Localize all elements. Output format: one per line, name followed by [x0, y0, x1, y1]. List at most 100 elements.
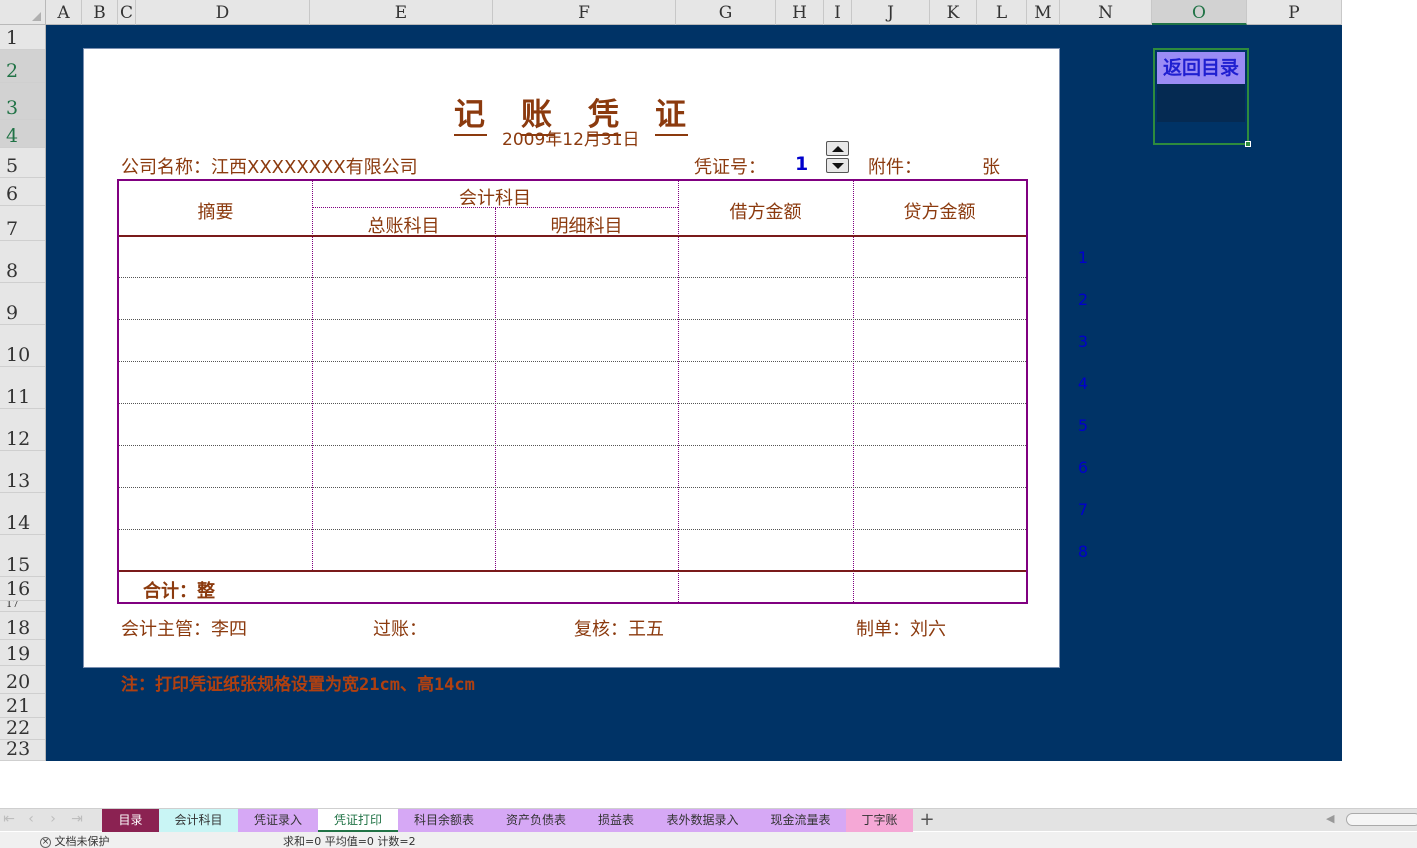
sheet-tab[interactable]: 现金流量表 [755, 809, 846, 832]
row-header-19[interactable]: 19 [0, 640, 45, 666]
column-header-e[interactable]: E [310, 0, 493, 25]
spreadsheet-app: ABCDEFGHIJKLMNOP 1 2 3 4 5 6 7 8 9 10 11 12 13 14 15 16… [0, 0, 1417, 848]
selected-cell-o2[interactable]: 返回目录 [1153, 48, 1251, 147]
voucher-number-label: 凭证号： [694, 157, 766, 178]
sheet-tab[interactable]: 损益表 [582, 809, 650, 832]
voucher-row-number: 3 [1077, 332, 1089, 351]
column-header-g[interactable]: G [676, 0, 776, 25]
sheet-tab[interactable]: 表外数据录入 [650, 809, 755, 832]
grid-row-line [119, 361, 1026, 362]
row-header-22[interactable]: 22 [0, 718, 45, 740]
attachment-unit: 张 [982, 157, 1000, 178]
row-header-11[interactable]: 11 [0, 367, 45, 409]
row-header-5[interactable]: 5 [0, 148, 45, 178]
header-summary: 摘要 [197, 202, 234, 223]
row-header-17[interactable]: 17 [0, 601, 45, 612]
scroll-left-icon[interactable]: ◀ [1326, 812, 1334, 825]
arrow-up-icon [831, 145, 844, 152]
voucher-row-number: 1 [1077, 248, 1089, 267]
voucher-date: 2009年12月31日 [502, 130, 640, 150]
add-sheet-button[interactable]: + [918, 809, 936, 832]
voucher-row-number: 6 [1077, 458, 1089, 477]
row-header-2[interactable]: 2 [0, 50, 45, 83]
row-header-23[interactable]: 23 [0, 740, 45, 761]
spin-down-button[interactable] [826, 158, 849, 173]
back-to-index-button[interactable]: 返回目录 [1157, 52, 1245, 84]
column-header-a[interactable]: A [46, 0, 82, 25]
last-sheet-icon[interactable]: ⇥ [70, 811, 84, 829]
prev-sheet-icon[interactable]: ‹ [24, 811, 38, 829]
select-all-corner[interactable] [0, 0, 46, 25]
spin-up-button[interactable] [826, 141, 849, 156]
row-header-16[interactable]: 16 [0, 577, 45, 601]
row-header-20[interactable]: 20 [0, 666, 45, 694]
signature-supervisor: 会计主管：李四 [121, 619, 247, 640]
next-sheet-icon[interactable]: › [46, 811, 60, 829]
column-header-l[interactable]: L [977, 0, 1027, 25]
column-header-p[interactable]: P [1247, 0, 1342, 25]
column-header-j[interactable]: J [852, 0, 930, 25]
fill-handle[interactable] [1245, 141, 1251, 147]
row-header-10[interactable]: 10 [0, 325, 45, 367]
row-header-8[interactable]: 8 [0, 241, 45, 283]
column-header-c[interactable]: C [118, 0, 136, 25]
attachment-label: 附件： [868, 157, 922, 178]
row-header-7[interactable]: 7 [0, 206, 45, 241]
total-label: 合计：整 [143, 581, 215, 602]
grid-header-rule [119, 235, 1026, 237]
first-sheet-icon[interactable]: ⇤ [2, 811, 16, 829]
sheet-tab[interactable]: 凭证打印 [318, 809, 398, 832]
row-header-13[interactable]: 13 [0, 451, 45, 493]
column-header-f[interactable]: F [493, 0, 676, 25]
row-header-21[interactable]: 21 [0, 694, 45, 718]
sheet-tab[interactable]: 丁字账 [846, 809, 913, 832]
column-header-h[interactable]: H [776, 0, 824, 25]
voucher-title-char: 证 [655, 89, 688, 136]
sheet-area[interactable]: 记账凭证 2009年12月31日 公司名称：江西XXXXXXXX有限公司 凭证号… [46, 25, 1342, 761]
cell-fill [1157, 84, 1245, 122]
row-header-9[interactable]: 9 [0, 283, 45, 325]
signature-preparer: 制单：刘六 [856, 619, 946, 640]
voucher-form: 记账凭证 2009年12月31日 公司名称：江西XXXXXXXX有限公司 凭证号… [83, 48, 1088, 668]
header-debit: 借方金额 [729, 202, 802, 223]
column-header-o[interactable]: O [1152, 0, 1247, 25]
row-header-3[interactable]: 3 [0, 83, 45, 120]
row-header-6[interactable]: 6 [0, 178, 45, 206]
grid-total-rule [119, 570, 1026, 572]
row-header-bar: 1 2 3 4 5 6 7 8 9 10 11 12 13 14 15 16 17 18 19 20 21 22 23 [0, 25, 46, 761]
grid-hline [312, 207, 678, 208]
row-header-18[interactable]: 18 [0, 612, 45, 640]
column-header-bar: ABCDEFGHIJKLMNOP [0, 0, 1342, 25]
sheet-tab[interactable]: 会计科目 [159, 809, 238, 832]
voucher-row-number: 5 [1077, 416, 1089, 435]
sheet-tab[interactable]: 目录 [102, 809, 159, 832]
sheet-tab[interactable]: 资产负债表 [490, 809, 582, 832]
scrollbar-thumb[interactable] [1346, 813, 1417, 826]
protect-status[interactable]: × 文档未保护 [40, 833, 110, 848]
voucher-row-number: 7 [1077, 500, 1089, 519]
grid-row-line [119, 403, 1026, 404]
print-note: 注：打印凭证纸张规格设置为宽21cm、高14cm [121, 675, 475, 695]
grid-vline [495, 208, 496, 570]
column-header-m[interactable]: M [1027, 0, 1060, 25]
column-header-n[interactable]: N [1060, 0, 1152, 25]
voucher-row-number: 8 [1077, 542, 1089, 561]
column-header-blank [1342, 0, 1417, 25]
sheet-tab[interactable]: 凭证录入 [238, 809, 318, 832]
voucher-table: 摘要 会计科目 总账科目 明细科目 借方金额 贷方金额 合计：整 [117, 179, 1028, 604]
sheet-tab[interactable]: 科目余额表 [398, 809, 490, 832]
voucher-number-value[interactable]: 1 [795, 153, 808, 175]
row-header-1[interactable]: 1 [0, 25, 45, 50]
row-header-12[interactable]: 12 [0, 409, 45, 451]
column-header-k[interactable]: K [930, 0, 977, 25]
grid-row-line [119, 445, 1026, 446]
row-header-15[interactable]: 15 [0, 535, 45, 577]
column-header-d[interactable]: D [136, 0, 310, 25]
horizontal-scrollbar[interactable]: ◀ [1326, 812, 1417, 828]
column-header-b[interactable]: B [82, 0, 118, 25]
row-header-14[interactable]: 14 [0, 493, 45, 535]
row-header-4[interactable]: 4 [0, 120, 45, 148]
column-header-i[interactable]: I [824, 0, 852, 25]
signature-review: 复核：王五 [574, 619, 664, 640]
grid-row-line [119, 277, 1026, 278]
